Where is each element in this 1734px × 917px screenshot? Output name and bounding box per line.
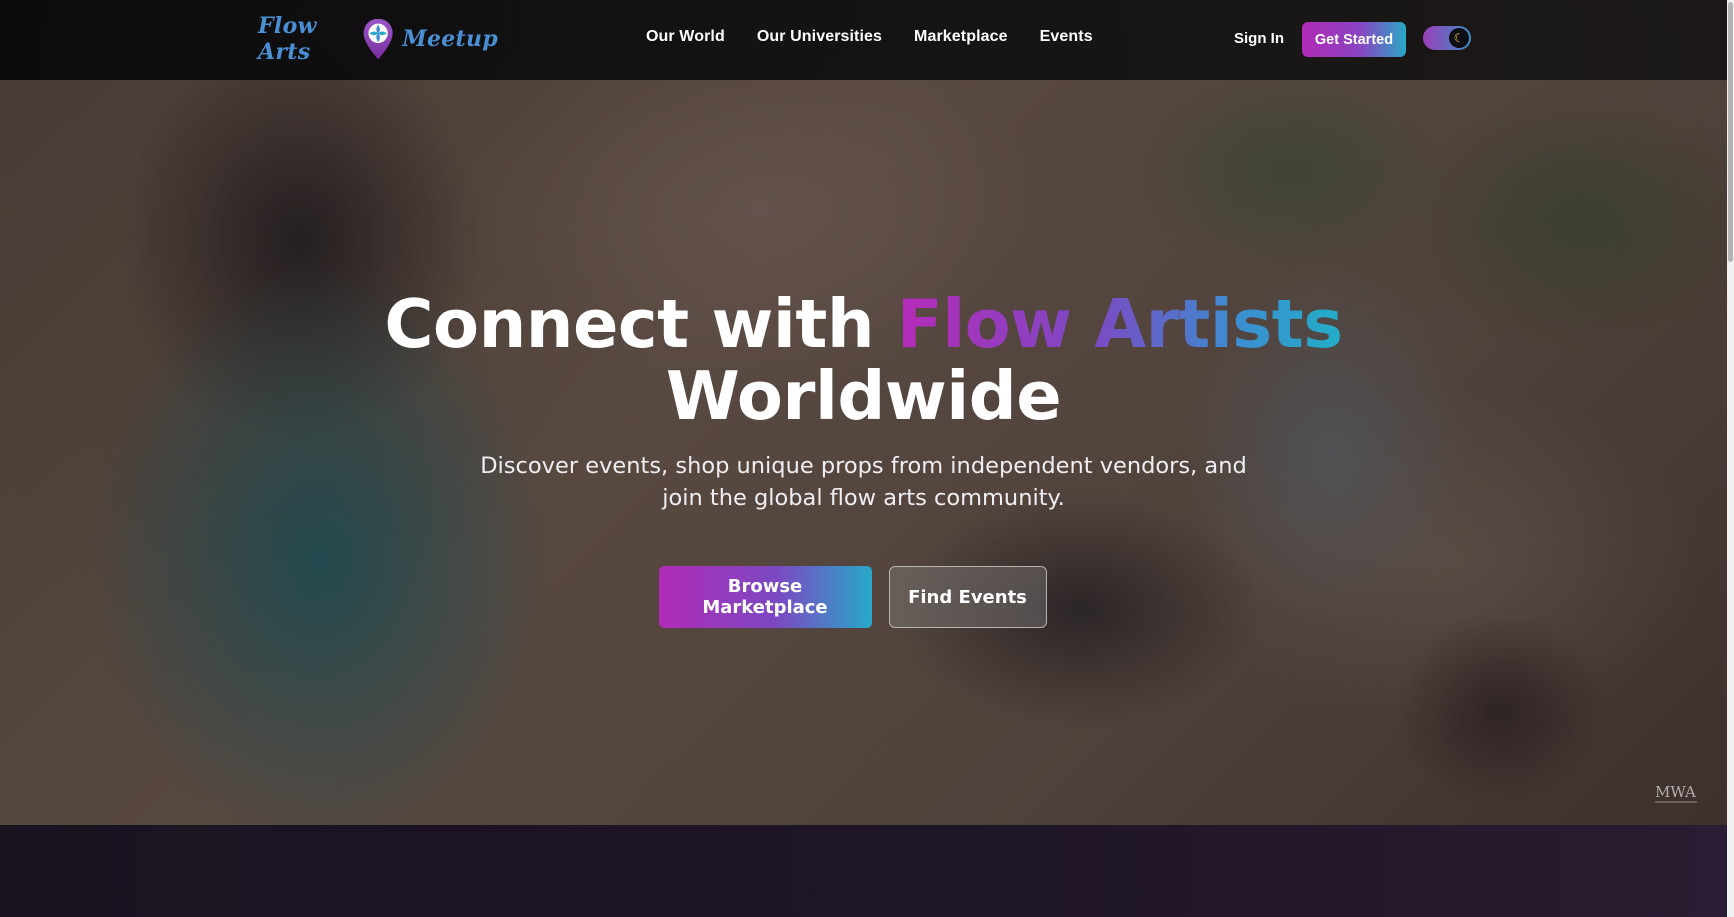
hero-title-accent: Flow Artists [896, 285, 1343, 363]
find-events-button[interactable]: Find Events [888, 566, 1047, 628]
logo-text-left: Flow Arts [258, 13, 317, 65]
svg-text:MWA: MWA [1655, 783, 1696, 801]
logo-text-right: Meetup [402, 26, 498, 52]
top-navbar: Flow Arts Meetup Our World Our Universit… [0, 0, 1727, 80]
map-pin-icon [363, 18, 393, 60]
nav-link-marketplace[interactable]: Marketplace [914, 28, 1008, 46]
nav-link-our-world[interactable]: Our World [646, 28, 725, 46]
sign-in-link[interactable]: Sign In [1234, 30, 1284, 47]
photographer-watermark: MWA [1655, 783, 1697, 803]
get-started-button[interactable]: Get Started [1302, 22, 1406, 57]
next-section [0, 825, 1727, 917]
hero-cta-group: Browse Marketplace Find Events [0, 566, 1727, 628]
site-logo[interactable]: Flow Arts Meetup [258, 12, 498, 66]
browse-marketplace-button[interactable]: Browse Marketplace [658, 566, 872, 628]
hero-subtitle: Discover events, shop unique props from … [480, 453, 1247, 511]
theme-toggle[interactable]: ☾ [1423, 26, 1471, 50]
hero-content: Connect with Flow Artists Worldwide Disc… [0, 288, 1727, 628]
scrollbar-thumb[interactable] [1728, 2, 1733, 262]
hero-title-part1: Connect with [384, 285, 897, 363]
moon-icon: ☾ [1449, 28, 1469, 48]
main-nav: Our World Our Universities Marketplace E… [646, 28, 1093, 46]
hero-title-part2: Worldwide [665, 357, 1062, 435]
page-scrollbar[interactable] [1727, 0, 1734, 917]
nav-link-our-universities[interactable]: Our Universities [757, 28, 882, 46]
nav-link-events[interactable]: Events [1040, 28, 1093, 46]
hero-title: Connect with Flow Artists Worldwide [0, 288, 1727, 432]
